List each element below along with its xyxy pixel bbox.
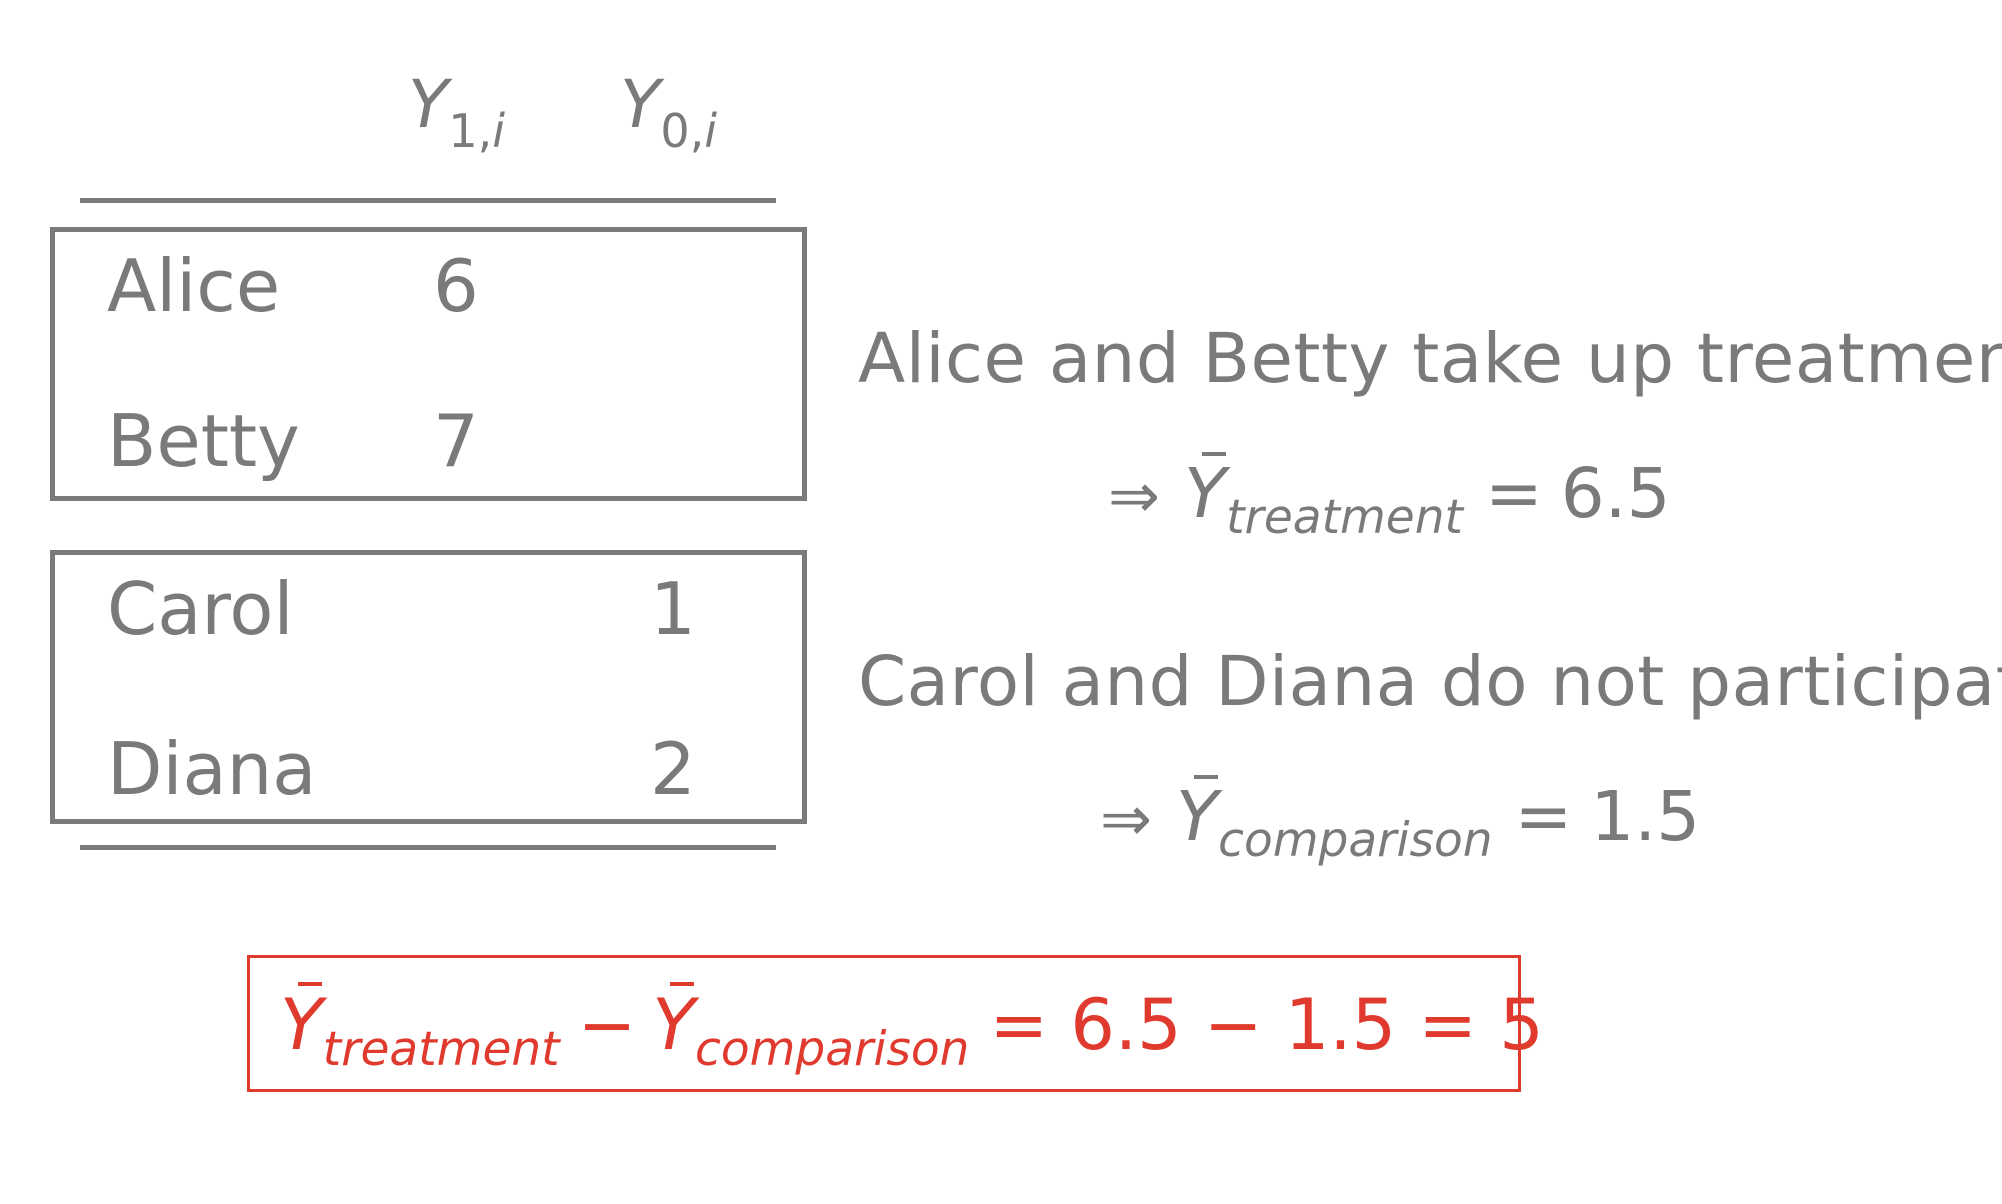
implies-arrow-comparison: ⇒	[1100, 782, 1152, 855]
treatment-description: Alice and Betty take up treatment	[858, 319, 2002, 399]
treatment-equals: =	[1484, 454, 1543, 534]
y-bar-comparison-symbol: Y	[1175, 775, 1219, 857]
row-name-diana: Diana	[107, 727, 317, 811]
result-comparison-subscript: comparison	[695, 1022, 970, 1077]
row-value-alice-y1: 6	[433, 244, 479, 328]
column-header-y1: Y1,i	[408, 72, 505, 155]
column-header-y1-symbol: Y	[408, 66, 449, 143]
row-name-alice: Alice	[107, 244, 281, 328]
y-bar-treatment-result-symbol: Y	[280, 982, 323, 1066]
column-header-y0-subscript: 0,i	[660, 104, 717, 158]
result-minus: −	[577, 984, 637, 1066]
result-treatment-subscript: treatment	[322, 1022, 560, 1077]
table-bottom-rule	[80, 845, 776, 850]
comparison-mean-value: 1.5	[1590, 777, 1701, 857]
treatment-mean-equation: ⇒ Ytreatment = 6.5	[1108, 452, 1671, 541]
y-bar-comparison-result-symbol: Y	[652, 982, 696, 1066]
column-header-y1-subscript-index: i	[492, 104, 505, 158]
column-header-y1-subscript: 1,i	[448, 104, 505, 158]
treatment-mean-value: 6.5	[1560, 454, 1671, 534]
row-value-carol-y0: 1	[650, 567, 696, 651]
treatment-subscript: treatment	[1226, 490, 1463, 545]
row-name-carol: Carol	[107, 567, 294, 651]
column-header-y1-subscript-number: 1,	[448, 104, 493, 158]
row-value-diana-y0: 2	[650, 727, 696, 811]
y-bar-treatment-symbol: Y	[1183, 452, 1227, 534]
comparison-mean-equation: ⇒ Ycomparison = 1.5	[1100, 775, 1700, 864]
column-header-y0-subscript-number: 0,	[660, 104, 705, 158]
column-header-y0: Y0,i	[620, 72, 717, 155]
row-name-betty: Betty	[107, 399, 300, 483]
row-value-betty-y1: 7	[433, 399, 479, 483]
comparison-equals: =	[1514, 777, 1573, 857]
result-expression: = 6.5 − 1.5 = 5	[989, 984, 1544, 1066]
implies-arrow-treatment: ⇒	[1108, 459, 1160, 532]
column-header-y0-symbol: Y	[620, 66, 661, 143]
comparison-subscript: comparison	[1218, 813, 1493, 868]
column-header-y0-subscript-index: i	[704, 104, 717, 158]
table-top-rule	[80, 198, 776, 203]
difference-equation: Ytreatment − Ycomparison = 6.5 − 1.5 = 5	[280, 982, 1544, 1073]
comparison-description: Carol and Diana do not participate	[858, 642, 2002, 722]
